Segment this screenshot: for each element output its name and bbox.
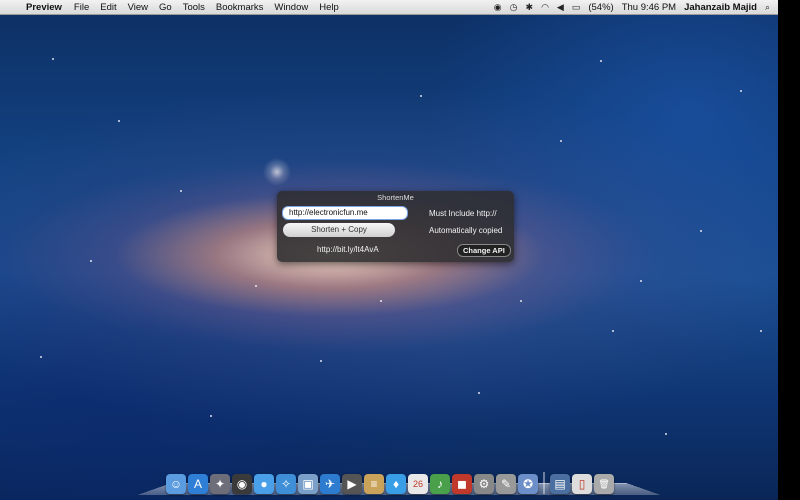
image-capture-icon[interactable]: ✪ bbox=[518, 474, 538, 494]
status-menu-icon[interactable]: ◉ bbox=[494, 2, 502, 13]
facetime-icon[interactable]: ▶ bbox=[342, 474, 362, 494]
app-store-icon[interactable]: A bbox=[188, 474, 208, 494]
menu-edit[interactable]: Edit bbox=[100, 2, 116, 13]
notes-icon[interactable]: ≡ bbox=[364, 474, 384, 494]
menu-go[interactable]: Go bbox=[159, 2, 172, 13]
menu-help[interactable]: Help bbox=[319, 2, 339, 13]
short-url-output: http://bit.ly/lt4AvA bbox=[317, 245, 379, 254]
preview-icon[interactable]: ▣ bbox=[298, 474, 318, 494]
battery-icon[interactable]: ▭ bbox=[572, 2, 581, 13]
menu-app-name[interactable]: Preview bbox=[26, 2, 62, 13]
menu-clock[interactable]: Thu 9:46 PM bbox=[622, 2, 676, 13]
url-input[interactable]: http://electronicfun.me bbox=[282, 206, 408, 220]
system-preferences-icon[interactable]: ⚙ bbox=[474, 474, 494, 494]
itunes-icon[interactable]: ♪ bbox=[430, 474, 450, 494]
menu-tools[interactable]: Tools bbox=[183, 2, 205, 13]
ichat-icon[interactable]: ● bbox=[254, 474, 274, 494]
finder-icon[interactable]: ☺ bbox=[166, 474, 186, 494]
mail-icon[interactable]: ✈ bbox=[320, 474, 340, 494]
user-menu[interactable]: Jahanzaib Majid bbox=[684, 2, 757, 13]
launchpad-icon[interactable]: ✦ bbox=[210, 474, 230, 494]
panel-title: ShortenMe bbox=[377, 193, 414, 202]
volume-icon[interactable]: ◀ bbox=[557, 2, 564, 13]
menu-file[interactable]: File bbox=[74, 2, 89, 13]
copied-hint: Automatically copied bbox=[429, 226, 503, 235]
dock: ☺ A ✦ ◉ ● ✧ ▣ ✈ ▶ ≡ ♦ 26 ♪ ◼ ⚙ ✎ ✪ ▤ ▯ 🗑 bbox=[160, 462, 638, 494]
photo-booth-icon[interactable]: ◼ bbox=[452, 474, 472, 494]
dashboard-icon[interactable]: ◉ bbox=[232, 474, 252, 494]
dock-separator bbox=[543, 472, 545, 494]
spotlight-search-icon[interactable]: ⌕ bbox=[765, 2, 770, 13]
document-stack-icon[interactable]: ▯ bbox=[572, 474, 592, 494]
battery-percent[interactable]: (54%) bbox=[588, 2, 613, 13]
url-hint: Must Include http:// bbox=[429, 209, 497, 218]
wifi-icon[interactable]: ◠ bbox=[541, 2, 549, 13]
trash-icon[interactable]: 🗑 bbox=[594, 474, 614, 494]
menu-window[interactable]: Window bbox=[274, 2, 308, 13]
menu-bar: Preview File Edit View Go Tools Bookmark… bbox=[0, 0, 778, 15]
utilities-icon[interactable]: ✎ bbox=[496, 474, 516, 494]
shortenme-panel: ShortenMe http://electronicfun.me Must I… bbox=[277, 191, 514, 262]
bluetooth-icon[interactable]: ✱ bbox=[526, 2, 534, 13]
change-api-button[interactable]: Change API bbox=[457, 244, 511, 257]
downloads-stack-icon[interactable]: ▤ bbox=[550, 474, 570, 494]
shorten-copy-button[interactable]: Shorten + Copy bbox=[283, 223, 395, 237]
safari-icon[interactable]: ✧ bbox=[276, 474, 296, 494]
twitter-icon[interactable]: ♦ bbox=[386, 474, 406, 494]
menu-bookmarks[interactable]: Bookmarks bbox=[216, 2, 264, 13]
calendar-icon[interactable]: 26 bbox=[408, 474, 428, 494]
menu-view[interactable]: View bbox=[128, 2, 148, 13]
time-machine-icon[interactable]: ◷ bbox=[510, 2, 518, 13]
screen-edge bbox=[778, 0, 800, 500]
